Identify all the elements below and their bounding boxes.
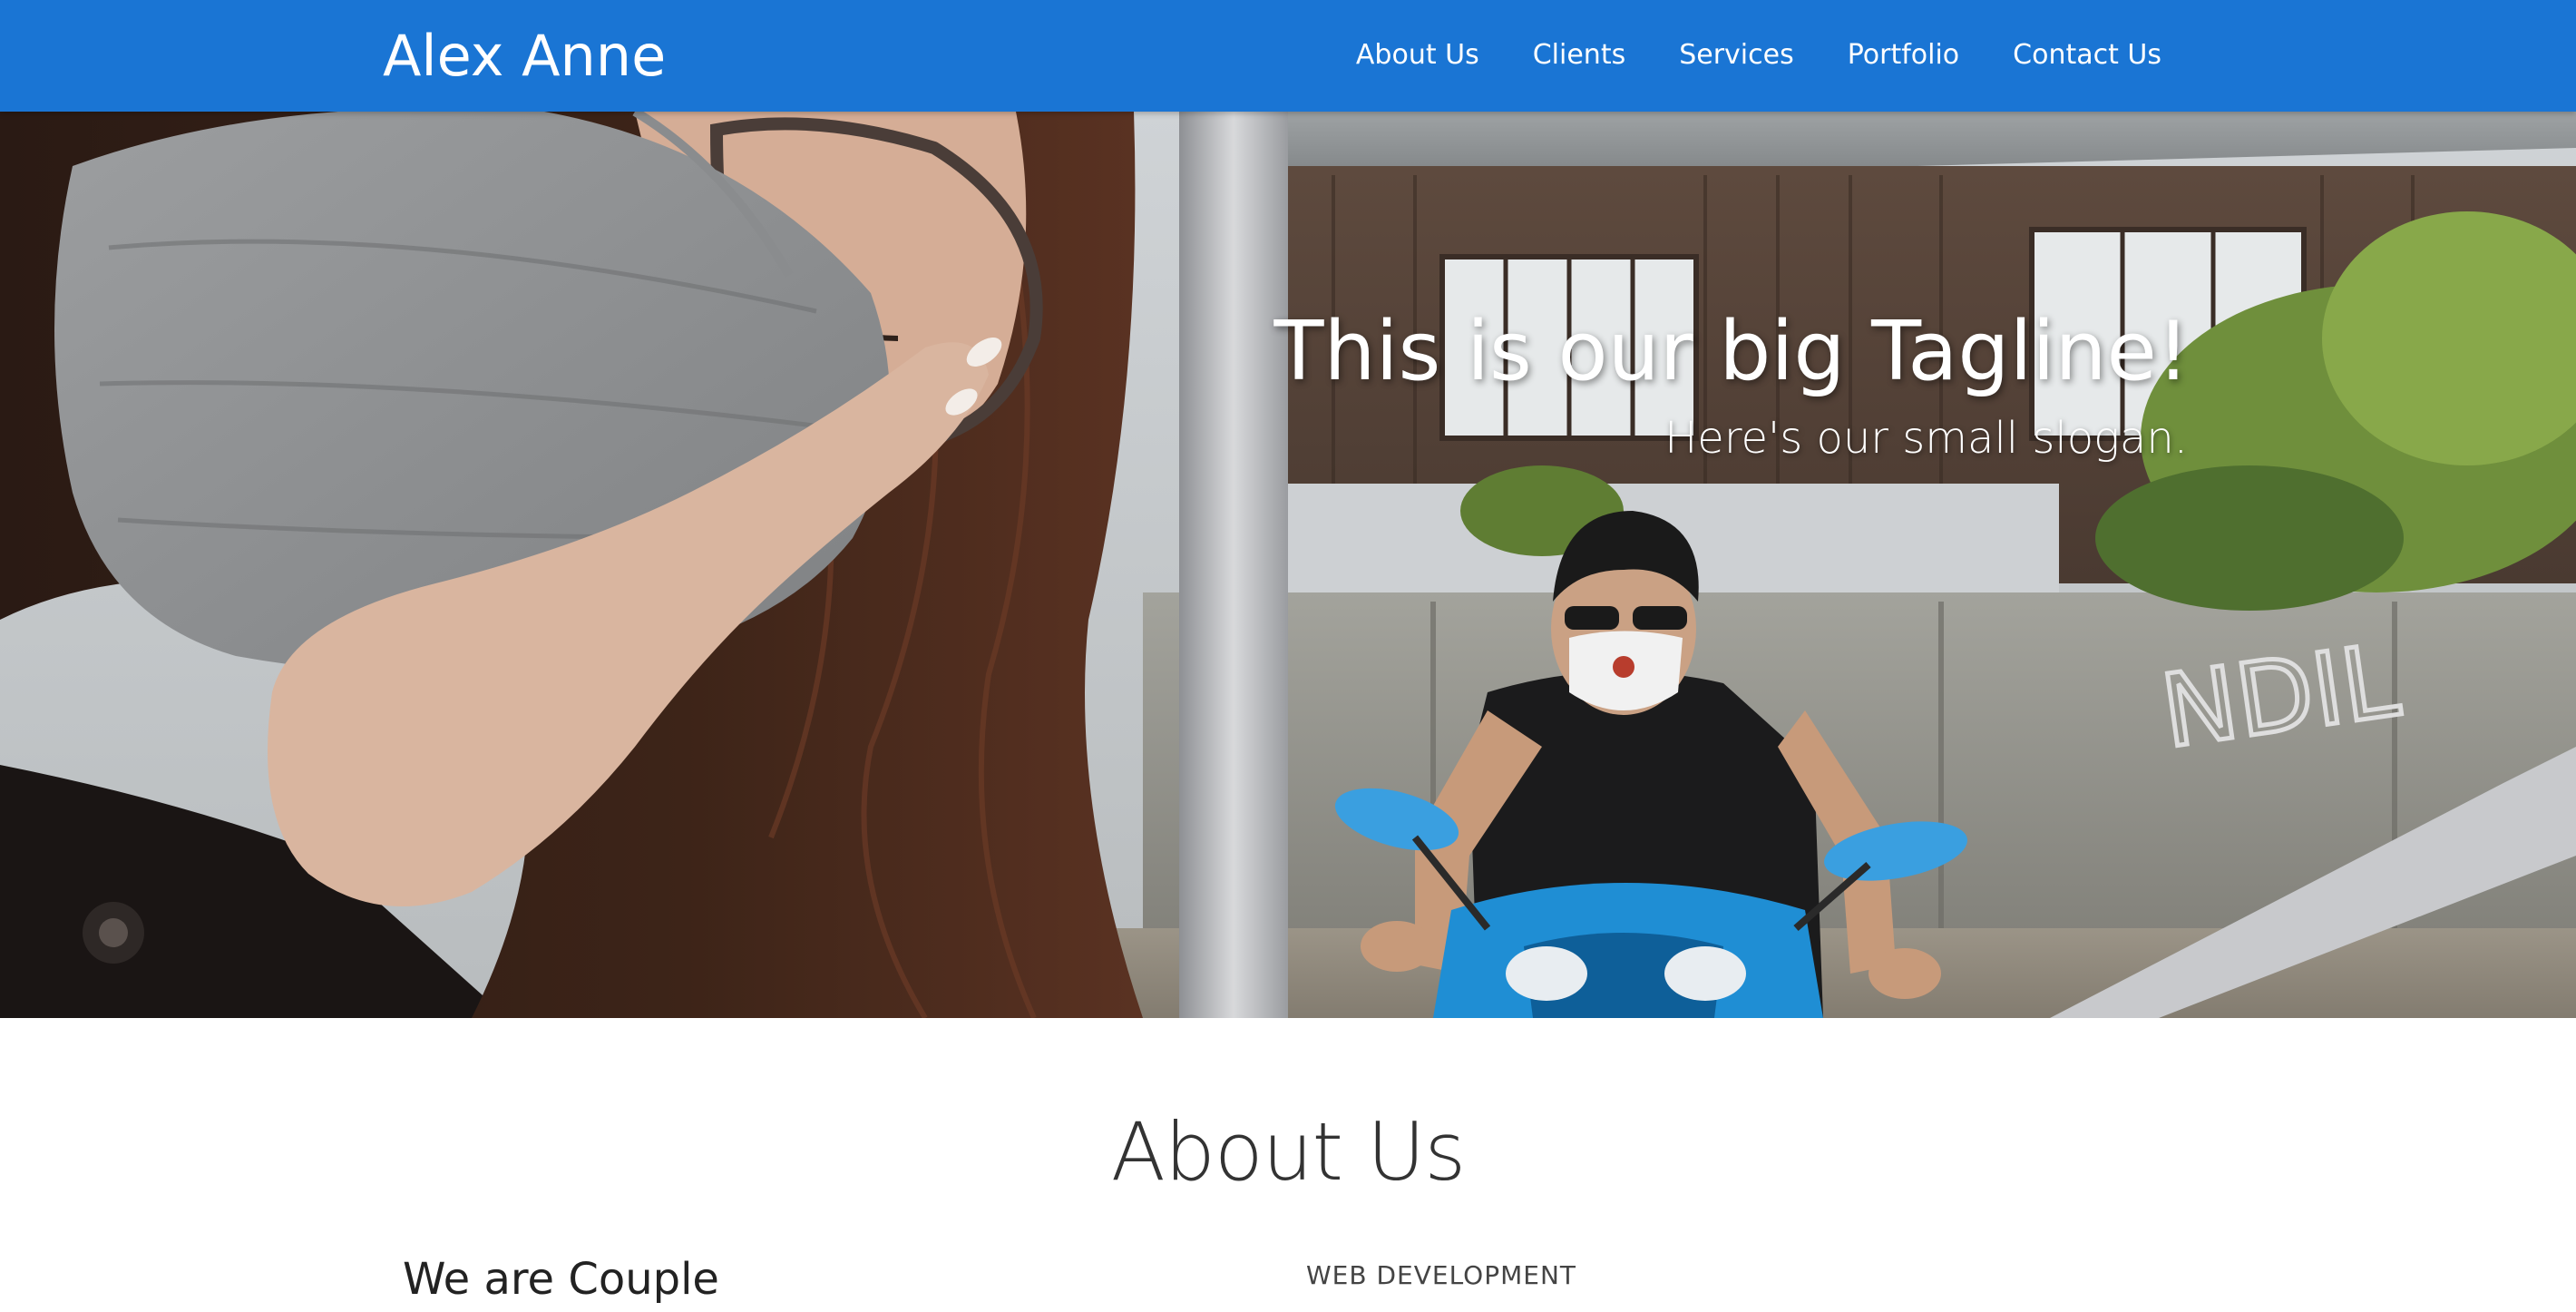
hero-tagline: This is our big Tagline! — [1273, 304, 2190, 399]
nav-link-services[interactable]: Services — [1679, 34, 1794, 76]
nav-link-about-us[interactable]: About Us — [1356, 34, 1479, 76]
main-nav: About Us Clients Services Portfolio Cont… — [1303, 34, 2161, 76]
about-subtitle: We are Couple — [403, 1254, 719, 1305]
nav-link-contact-us[interactable]: Contact Us — [2013, 34, 2161, 76]
top-navbar: Alex Anne About Us Clients Services Port… — [0, 0, 2576, 112]
hero-banner: NDIL This is our big Tagline! Here's our… — [0, 112, 2576, 1018]
about-section-title: About Us — [1110, 1105, 1466, 1199]
nav-link-clients[interactable]: Clients — [1533, 34, 1625, 76]
nav-link-portfolio[interactable]: Portfolio — [1848, 34, 1959, 76]
hero-slogan: Here's our small slogan. — [1664, 413, 2188, 464]
hero-background-photo: NDIL — [0, 112, 2576, 1018]
skill-label: WEB DEVELOPMENT — [1306, 1260, 1577, 1290]
brand-logo[interactable]: Alex Anne — [383, 22, 666, 91]
